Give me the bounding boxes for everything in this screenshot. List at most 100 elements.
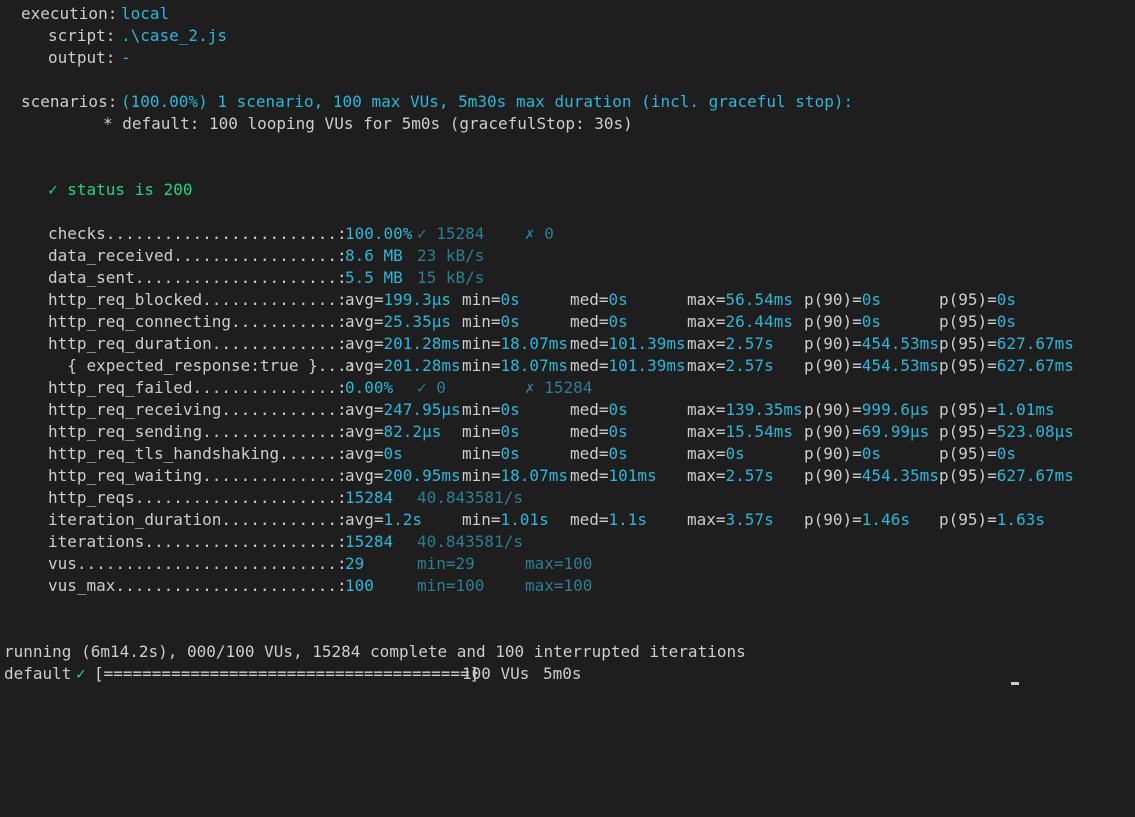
metric-label: data_sent.....................: [48, 268, 347, 287]
output-key: output: [48, 48, 116, 67]
duration: 5m0s [543, 664, 582, 683]
output-line: output: - [0, 47, 131, 69]
metric-label: http_req_failed...............: [48, 378, 347, 397]
metric-value: max=2.57s [687, 466, 774, 485]
running-status-line: running (6m14.2s), 000/100 VUs, 15284 co… [0, 641, 746, 663]
metric-value: p(90)=0s [804, 444, 882, 463]
metric-label: http_req_blocked..............: [48, 290, 347, 309]
metric-value: med=101.39ms [570, 356, 686, 375]
scenario-detail-line: * default: 100 looping VUs for 5m0s (gra… [0, 113, 633, 135]
cursor [1011, 682, 1019, 685]
metric-value: avg=0s [345, 444, 403, 463]
metric-value: avg=201.28ms [345, 356, 461, 375]
metric-value: ✗ 15284 [525, 378, 593, 397]
metric-value: p(95)=0s [939, 444, 1017, 463]
metric-value: p(90)=1.46s [804, 510, 910, 529]
metric-value: avg=200.95ms [345, 466, 461, 485]
metric-value: max=139.35ms [687, 400, 803, 419]
check-result-line: ✓ status is 200 [0, 179, 193, 201]
metric-value: 40.843581/s [417, 488, 523, 507]
metric-value: med=1.1s [570, 510, 648, 529]
metric-value: 15284 [345, 488, 394, 507]
metric-label: http_req_tls_handshaking......: [48, 444, 347, 463]
metric-value: min=18.07ms [462, 356, 568, 375]
metric-value: ✗ 0 [525, 224, 554, 243]
metric-value: p(95)=1.63s [939, 510, 1045, 529]
script-line: script: .\case_2.js [0, 25, 227, 47]
metric-value: avg=199.3µs [345, 290, 451, 309]
metric-value: min=0s [462, 444, 520, 463]
metric-value: max=3.57s [687, 510, 774, 529]
metric-label: http_req_sending..............: [48, 422, 347, 441]
output-value: - [121, 48, 131, 67]
metric-value: p(95)=627.67ms [939, 334, 1074, 353]
metric-value: 8.6 MB [345, 246, 403, 265]
metric-value: min=0s [462, 290, 520, 309]
scenarios-line: scenarios: (100.00%) 1 scenario, 100 max… [0, 91, 853, 113]
metric-value: avg=82.2µs [345, 422, 442, 441]
metric-label: http_req_waiting..............: [48, 466, 347, 485]
metric-value: p(95)=523.08µs [939, 422, 1074, 441]
metric-value: avg=25.35µs [345, 312, 451, 331]
metric-label: vus...........................: [48, 554, 347, 573]
metric-label: http_req_duration.............: [48, 334, 347, 353]
metric-value: med=101.39ms [570, 334, 686, 353]
metric-value: p(90)=0s [804, 290, 882, 309]
metric-value: avg=247.95µs [345, 400, 461, 419]
metric-value: 100 [345, 576, 374, 595]
metric-value: p(95)=1.01ms [939, 400, 1055, 419]
metric-value: max=100 [525, 576, 593, 595]
metric-value: ✓ 0 [417, 378, 446, 397]
metric-value: 29 [345, 554, 365, 573]
metric-value: 15 kB/s [417, 268, 485, 287]
metric-label: { expected_response:true }...: [48, 356, 357, 375]
metric-label: iteration_duration............: [48, 510, 347, 529]
metric-value: min=1.01s [462, 510, 549, 529]
progress-bar: [======================================] [94, 664, 480, 683]
metric-value: min=0s [462, 312, 520, 331]
metric-value: 23 kB/s [417, 246, 485, 265]
metric-value: max=15.54ms [687, 422, 793, 441]
metric-label: iterations....................: [48, 532, 347, 551]
scenarios-key: scenarios: [21, 92, 118, 111]
metric-value: min=100 [417, 576, 485, 595]
metric-label: vus_max.......................: [48, 576, 347, 595]
metric-value: 15284 [345, 532, 394, 551]
metric-value: ✓ 15284 [417, 224, 485, 243]
metric-value: min=18.07ms [462, 334, 568, 353]
metric-value: max=56.54ms [687, 290, 793, 309]
metric-value: p(90)=454.35ms [804, 466, 939, 485]
metric-value: avg=1.2s [345, 510, 423, 529]
scenario-name: default [4, 664, 72, 683]
execution-value: local [121, 4, 170, 23]
metric-value: med=101ms [570, 466, 657, 485]
metric-value: p(90)=454.53ms [804, 334, 939, 353]
metric-label: http_req_receiving............: [48, 400, 347, 419]
metric-value: med=0s [570, 422, 628, 441]
metric-value: max=100 [525, 554, 593, 573]
metric-value: max=2.57s [687, 356, 774, 375]
metric-value: avg=201.28ms [345, 334, 461, 353]
metric-value: p(95)=627.67ms [939, 466, 1074, 485]
metric-value: p(90)=999.6µs [804, 400, 930, 419]
progress-line: default ✓ [=============================… [0, 663, 582, 685]
metric-value: p(90)=0s [804, 312, 882, 331]
metric-label: http_req_connecting...........: [48, 312, 347, 331]
metric-value: p(90)=69.99µs [804, 422, 930, 441]
metric-value: p(95)=0s [939, 312, 1017, 331]
metric-value: med=0s [570, 312, 628, 331]
metric-value: max=2.57s [687, 334, 774, 353]
check-result: ✓ status is 200 [48, 180, 193, 199]
metric-label: checks........................: [48, 224, 347, 243]
metric-value: 40.843581/s [417, 532, 523, 551]
metric-value: min=0s [462, 400, 520, 419]
execution-line: execution: local [0, 3, 169, 25]
metric-value: 100.00% [345, 224, 413, 243]
metric-value: p(90)=454.53ms [804, 356, 939, 375]
terminal-window[interactable]: execution: local script: .\case_2.js out… [0, 0, 1135, 686]
metric-value: p(95)=0s [939, 290, 1017, 309]
check-icon: ✓ [76, 664, 86, 683]
metric-label: data_received.................: [48, 246, 347, 265]
metric-value: min=0s [462, 422, 520, 441]
metric-value: med=0s [570, 400, 628, 419]
